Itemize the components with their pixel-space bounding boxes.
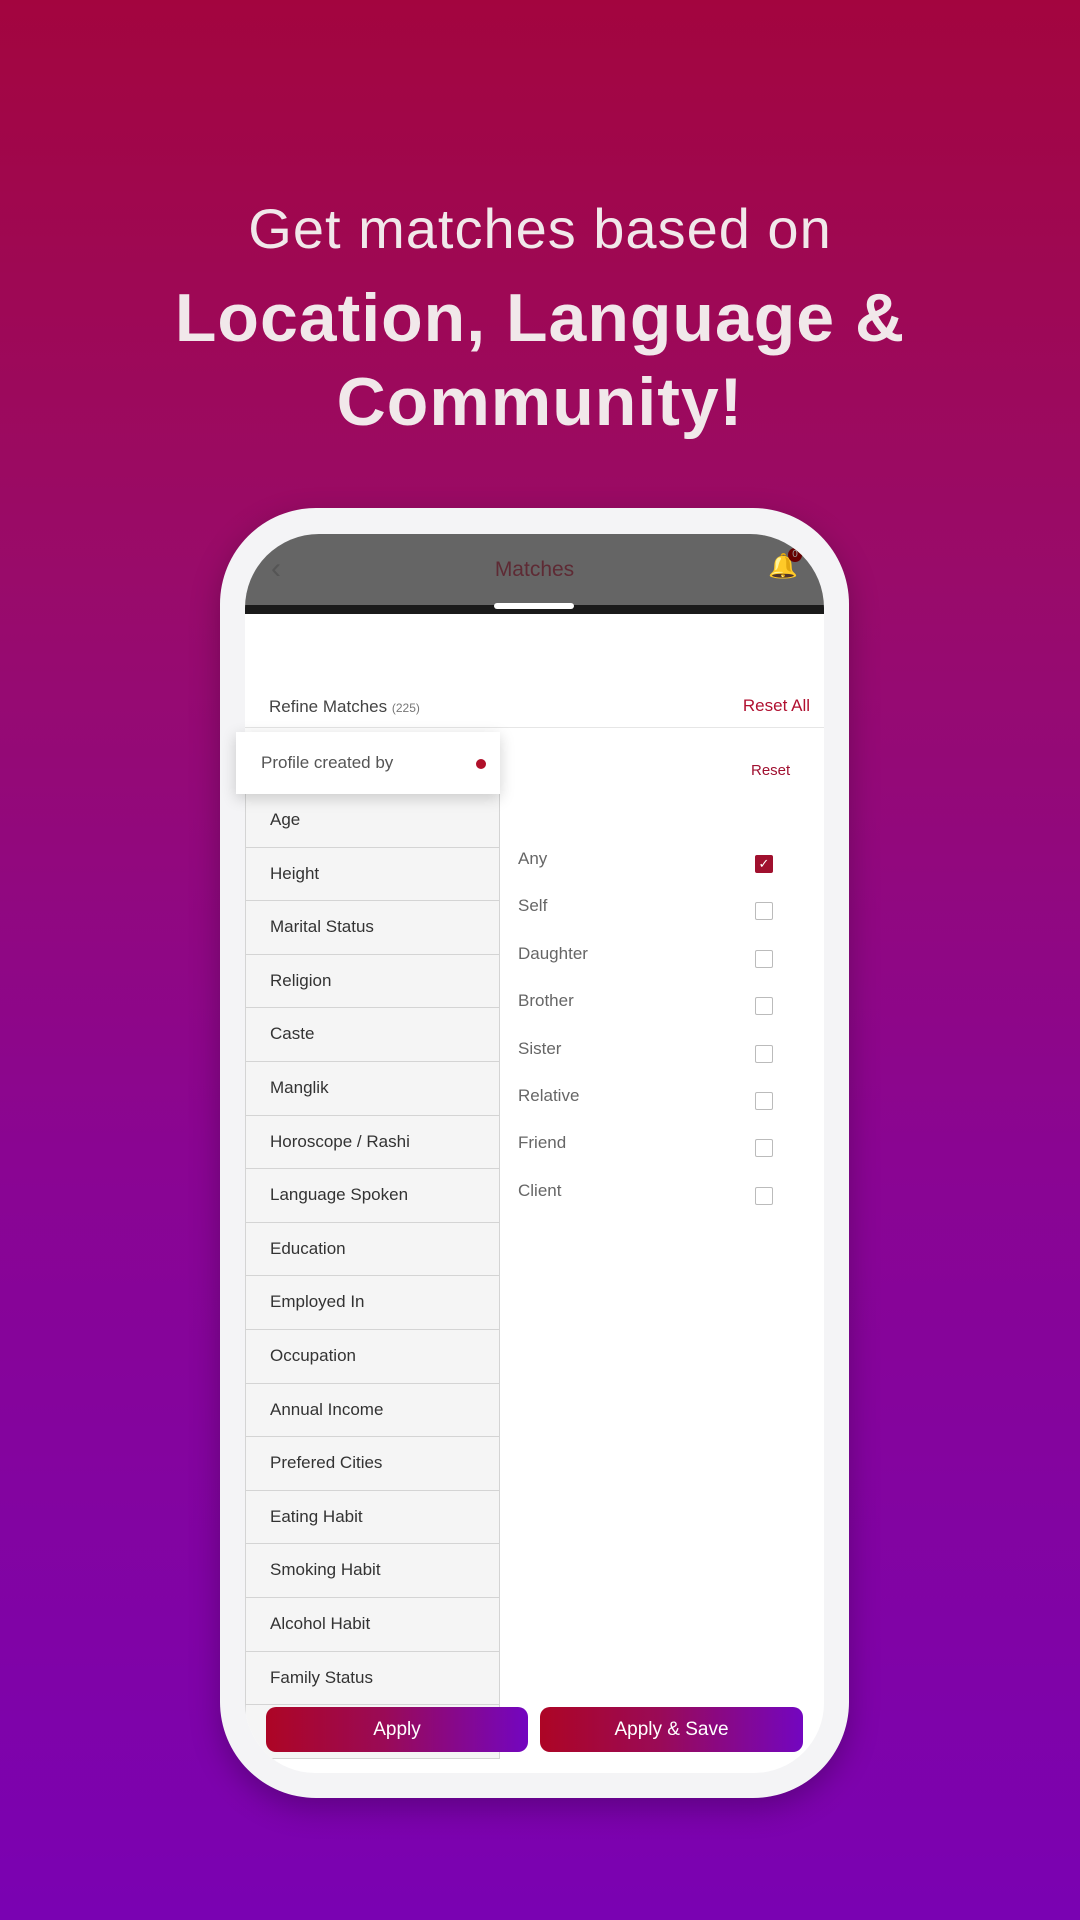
filter-item[interactable]: Family Status	[245, 1651, 500, 1706]
checkbox[interactable]: ✓	[755, 855, 773, 873]
filter-list: Age Height Marital Status Religion Caste Mang…	[245, 794, 500, 1759]
filter-item[interactable]: Occupation	[245, 1329, 500, 1384]
filter-item[interactable]: Employed In	[245, 1276, 500, 1330]
checkbox[interactable]	[755, 1091, 773, 1110]
reset-button[interactable]: Reset	[751, 762, 790, 779]
checkbox[interactable]	[755, 949, 773, 968]
phone-screen: ‹ Matches 🔔 0 Refine Matches (225) Reset…	[245, 534, 824, 1773]
option-row[interactable]: Self	[518, 896, 788, 943]
option-label: Relative	[518, 1085, 580, 1105]
promo-headline: Location, Language & Community!	[0, 276, 1080, 444]
promo-line-1: Get matches based on	[248, 197, 832, 260]
active-dot-icon	[476, 759, 486, 769]
filter-item[interactable]: Alcohol Habit	[245, 1597, 500, 1652]
option-row[interactable]: Any ✓	[518, 849, 788, 896]
checkbox[interactable]	[755, 997, 773, 1016]
option-label: Any	[518, 849, 548, 868]
filter-item[interactable]: Caste	[245, 1008, 500, 1062]
filter-item[interactable]: Manglik	[245, 1061, 500, 1116]
drag-handle[interactable]	[494, 603, 574, 609]
match-count: (225)	[391, 701, 420, 715]
filter-item[interactable]: Education	[245, 1222, 500, 1277]
option-row[interactable]: Relative	[518, 1086, 788, 1133]
apply-save-button[interactable]: Apply & Save	[540, 1707, 803, 1752]
option-label: Daughter	[518, 943, 588, 963]
option-row[interactable]: Sister	[518, 1039, 788, 1086]
promo-line-2: Location, Language &	[174, 280, 906, 356]
option-label: Sister	[518, 1038, 562, 1058]
checkbox[interactable]	[755, 1044, 773, 1063]
refine-matches-label: Refine Matches (225)	[269, 697, 420, 717]
option-label: Client	[518, 1180, 562, 1200]
notification-badge: 0	[788, 548, 802, 562]
filter-item[interactable]: Religion	[245, 954, 500, 1009]
apply-button[interactable]: Apply	[266, 1707, 528, 1752]
app-header: ‹ Matches 🔔 0	[245, 534, 824, 605]
filter-item[interactable]: Marital Status	[245, 901, 500, 955]
filter-label: Profile created by	[261, 753, 394, 772]
option-row[interactable]: Client	[518, 1181, 788, 1228]
filter-item[interactable]: Age	[245, 794, 500, 848]
filter-item[interactable]: Prefered Cities	[245, 1437, 500, 1491]
option-label: Self	[518, 896, 548, 916]
filter-item[interactable]: Eating Habit	[245, 1490, 500, 1545]
option-row[interactable]: Daughter	[518, 944, 788, 991]
reset-all-button[interactable]: Reset All	[743, 696, 810, 716]
filter-item[interactable]: Annual Income	[245, 1383, 500, 1438]
filter-item[interactable]: Language Spoken	[245, 1169, 500, 1223]
checkbox[interactable]	[755, 1186, 773, 1205]
option-list: Any ✓ Self Daughter Brother Sister Relative Fri…	[518, 849, 788, 1228]
option-row[interactable]: Brother	[518, 991, 788, 1038]
filter-item[interactable]: Smoking Habit	[245, 1544, 500, 1598]
option-label: Friend	[518, 1133, 567, 1153]
option-label: Brother	[518, 991, 574, 1011]
divider	[245, 727, 824, 728]
checkbox[interactable]	[755, 1139, 773, 1158]
page-title: Matches	[494, 558, 575, 581]
filter-item[interactable]: Height	[245, 847, 500, 902]
promo-line-3: Community!	[336, 364, 744, 440]
filter-item[interactable]: Horoscope / Rashi	[245, 1115, 500, 1170]
checkbox[interactable]	[755, 902, 773, 921]
refine-label: Refine Matches	[269, 697, 388, 716]
filter-item-profile-created-by[interactable]: Profile created by	[236, 732, 500, 794]
option-row[interactable]: Friend	[518, 1133, 788, 1180]
